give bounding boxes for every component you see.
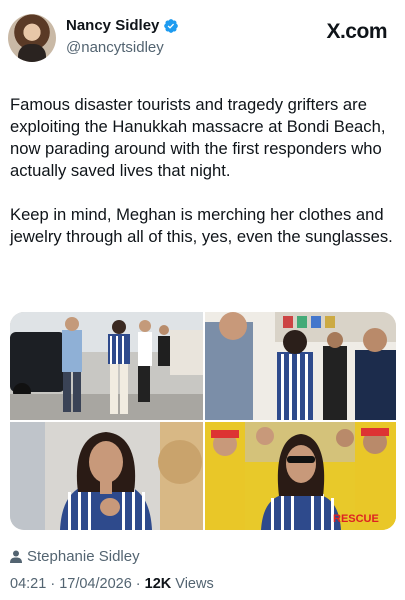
- person-icon: [10, 550, 22, 563]
- tweet-date[interactable]: 17/04/2026: [59, 576, 132, 592]
- tweet-paragraph: Keep in mind, Meghan is merching her clo…: [10, 205, 393, 246]
- tweet-meta: 04:21 · 17/04/2026 · 12K Views: [10, 576, 214, 592]
- group-walking-photo[interactable]: [10, 312, 203, 420]
- media-grid: RESCUE: [10, 312, 396, 530]
- attribution-name: Stephanie Sidley: [27, 548, 140, 565]
- avatar[interactable]: [8, 14, 56, 62]
- lifeguards-crowd-photo[interactable]: RESCUE: [205, 422, 396, 530]
- tweet-time[interactable]: 04:21: [10, 576, 46, 592]
- rescue-text: RESCUE: [333, 513, 379, 525]
- meta-separator: ·: [131, 576, 145, 592]
- views-label: Views: [171, 576, 214, 592]
- tweet-text: Famous disaster tourists and tragedy gri…: [10, 94, 396, 248]
- site-logo: X.com: [326, 20, 387, 43]
- name-row: Nancy Sidley: [66, 17, 179, 34]
- display-name[interactable]: Nancy Sidley: [66, 17, 159, 34]
- verified-badge-icon: [164, 18, 179, 33]
- tweet-header: Nancy Sidley @nancytsidley X.com: [8, 14, 397, 70]
- handshake-photo[interactable]: [205, 312, 396, 420]
- views-count: 12K: [144, 576, 172, 592]
- user-handle[interactable]: @nancytsidley: [66, 39, 164, 56]
- portrait-photo[interactable]: [10, 422, 203, 530]
- attribution[interactable]: Stephanie Sidley: [10, 548, 140, 565]
- meta-separator: ·: [46, 576, 60, 592]
- tweet-paragraph: Famous disaster tourists and tragedy gri…: [10, 95, 386, 180]
